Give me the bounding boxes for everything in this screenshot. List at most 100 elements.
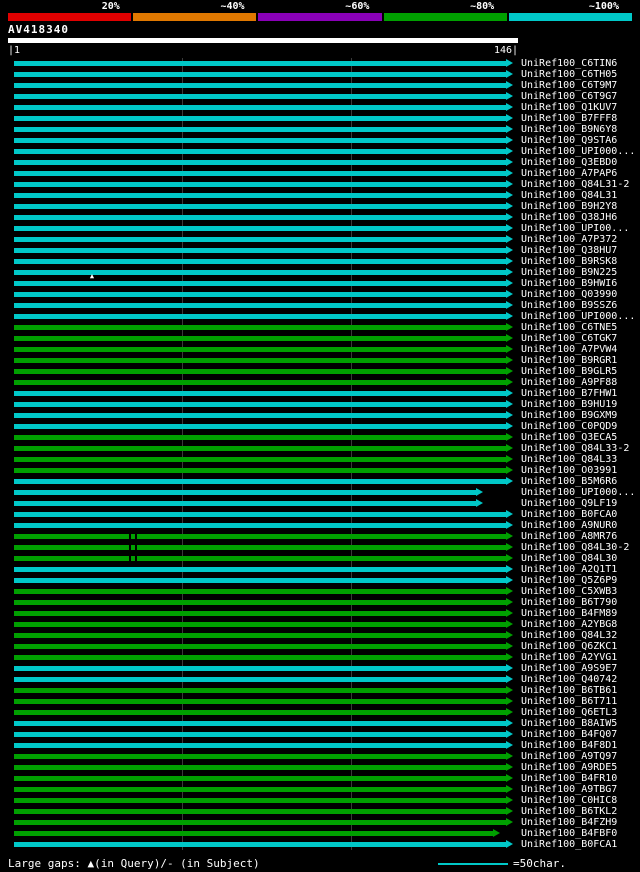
hsp-bar[interactable] — [14, 303, 506, 308]
hit-label[interactable]: UniRef100_A9PF88 — [521, 377, 617, 388]
hsp-bar[interactable] — [14, 259, 506, 264]
hsp-bar[interactable] — [14, 490, 476, 495]
hit-label[interactable]: UniRef100_B4FM89 — [521, 608, 617, 619]
hit-label[interactable]: UniRef100_Q3ECA5 — [521, 432, 617, 443]
hit-label[interactable]: UniRef100_Q84L30 — [521, 553, 617, 564]
hsp-bar[interactable] — [14, 182, 506, 187]
hit-label[interactable]: UniRef100_B9HWI6 — [521, 278, 617, 289]
hsp-bar[interactable] — [14, 721, 506, 726]
hsp-bar[interactable] — [14, 424, 506, 429]
hsp-bar[interactable] — [14, 556, 506, 561]
hsp-bar[interactable] — [14, 655, 506, 660]
hit-label[interactable]: UniRef100_B6TB61 — [521, 685, 617, 696]
hsp-bar[interactable] — [14, 545, 506, 550]
hit-label[interactable]: UniRef100_B9H2Y8 — [521, 201, 617, 212]
hsp-bar[interactable] — [14, 820, 506, 825]
hit-label[interactable]: UniRef100_Q38JH6 — [521, 212, 617, 223]
hsp-bar[interactable] — [14, 611, 506, 616]
hsp-bar[interactable] — [14, 292, 506, 297]
hit-label[interactable]: UniRef100_Q9LF19 — [521, 498, 617, 509]
hsp-bar[interactable] — [14, 402, 506, 407]
hsp-bar[interactable] — [14, 72, 506, 77]
hit-label[interactable]: UniRef100_B8AIW5 — [521, 718, 617, 729]
hit-label[interactable]: UniRef100_A2YBG8 — [521, 619, 617, 630]
hsp-bar[interactable] — [14, 138, 506, 143]
hit-label[interactable]: UniRef100_B7FFF8 — [521, 113, 617, 124]
hsp-bar[interactable] — [14, 270, 506, 275]
hsp-bar[interactable] — [14, 116, 506, 121]
hit-label[interactable]: UniRef100_Q1KUV7 — [521, 102, 617, 113]
hit-label[interactable]: UniRef100_Q84L30-2 — [521, 542, 629, 553]
hit-label[interactable]: UniRef100_B9GLR5 — [521, 366, 617, 377]
hit-label[interactable]: UniRef100_A2YVG1 — [521, 652, 617, 663]
hit-label[interactable]: UniRef100_A2Q1T1 — [521, 564, 617, 575]
hit-label[interactable]: UniRef100_B5M6R6 — [521, 476, 617, 487]
hit-label[interactable]: UniRef100_B6T790 — [521, 597, 617, 608]
hit-label[interactable]: UniRef100_Q84L32 — [521, 630, 617, 641]
hsp-bar[interactable] — [14, 743, 506, 748]
hsp-bar[interactable] — [14, 83, 506, 88]
hit-label[interactable]: UniRef100_B4FBF0 — [521, 828, 617, 839]
hsp-bar[interactable] — [14, 842, 506, 847]
hit-label[interactable]: UniRef100_B4F8D1 — [521, 740, 617, 751]
hit-label[interactable]: UniRef100_C0PQD9 — [521, 421, 617, 432]
hsp-bar[interactable] — [14, 633, 506, 638]
hsp-bar[interactable] — [14, 765, 506, 770]
hsp-bar[interactable] — [14, 347, 506, 352]
hsp-bar[interactable] — [14, 369, 506, 374]
hit-label[interactable]: UniRef100_B9N6Y8 — [521, 124, 617, 135]
hit-label[interactable]: UniRef100_B4FZH9 — [521, 817, 617, 828]
hit-label[interactable]: UniRef100_C6TNE5 — [521, 322, 617, 333]
hsp-bar[interactable] — [14, 127, 506, 132]
hit-label[interactable]: UniRef100_A8MR76 — [521, 531, 617, 542]
hsp-bar[interactable] — [14, 578, 506, 583]
hsp-bar[interactable] — [14, 644, 506, 649]
hit-label[interactable]: UniRef100_B9RSK8 — [521, 256, 617, 267]
hsp-bar[interactable] — [14, 215, 506, 220]
hsp-bar[interactable] — [14, 787, 506, 792]
hsp-bar[interactable] — [14, 809, 506, 814]
hit-label[interactable]: UniRef100_Q3EBD0 — [521, 157, 617, 168]
hsp-bar[interactable] — [14, 204, 506, 209]
hsp-bar[interactable] — [14, 380, 506, 385]
hsp-bar[interactable] — [14, 391, 506, 396]
hsp-bar[interactable] — [14, 512, 506, 517]
hsp-bar[interactable] — [14, 666, 506, 671]
hsp-bar[interactable] — [14, 358, 506, 363]
hit-label[interactable]: UniRef100_A7PAP6 — [521, 168, 617, 179]
hit-label[interactable]: UniRef100_Q84L31-2 — [521, 179, 629, 190]
hsp-bar[interactable] — [14, 699, 506, 704]
hsp-bar[interactable] — [14, 105, 506, 110]
hit-label[interactable]: UniRef100_Q40742 — [521, 674, 617, 685]
hit-label[interactable]: UniRef100_O03991 — [521, 465, 617, 476]
hit-label[interactable]: UniRef100_UPI000... — [521, 487, 635, 498]
hit-label[interactable]: UniRef100_UPI000... — [521, 146, 635, 157]
hit-label[interactable]: UniRef100_A7P372 — [521, 234, 617, 245]
hit-label[interactable]: UniRef100_C6TIN6 — [521, 58, 617, 69]
hit-label[interactable]: UniRef100_A9NUR0 — [521, 520, 617, 531]
hit-label[interactable]: UniRef100_Q5Z6P9 — [521, 575, 617, 586]
hit-label[interactable]: UniRef100_C6TGK7 — [521, 333, 617, 344]
hit-label[interactable]: UniRef100_A9S9E7 — [521, 663, 617, 674]
hsp-bar[interactable] — [14, 776, 506, 781]
hsp-bar[interactable] — [14, 457, 506, 462]
hsp-bar[interactable] — [14, 237, 506, 242]
hit-label[interactable]: UniRef100_B9RGR1 — [521, 355, 617, 366]
hit-label[interactable]: UniRef100_B0FCA0 — [521, 509, 617, 520]
hit-label[interactable]: UniRef100_B4FQ07 — [521, 729, 617, 740]
hsp-bar[interactable] — [14, 281, 506, 286]
hit-label[interactable]: UniRef100_B7FHW1 — [521, 388, 617, 399]
hsp-bar[interactable] — [14, 468, 506, 473]
hsp-bar[interactable] — [14, 600, 506, 605]
hsp-bar[interactable] — [14, 479, 506, 484]
hsp-bar[interactable] — [14, 688, 506, 693]
hsp-bar[interactable] — [14, 501, 476, 506]
hit-label[interactable]: UniRef100_C6T9G7 — [521, 91, 617, 102]
hit-label[interactable]: UniRef100_Q84L31 — [521, 190, 617, 201]
hsp-bar[interactable] — [14, 831, 493, 836]
hit-label[interactable]: UniRef100_B6TKL2 — [521, 806, 617, 817]
hit-label[interactable]: UniRef100_Q6ETL3 — [521, 707, 617, 718]
hit-label[interactable]: UniRef100_A9TQ97 — [521, 751, 617, 762]
hsp-bar[interactable] — [14, 732, 506, 737]
hsp-bar[interactable] — [14, 523, 506, 528]
